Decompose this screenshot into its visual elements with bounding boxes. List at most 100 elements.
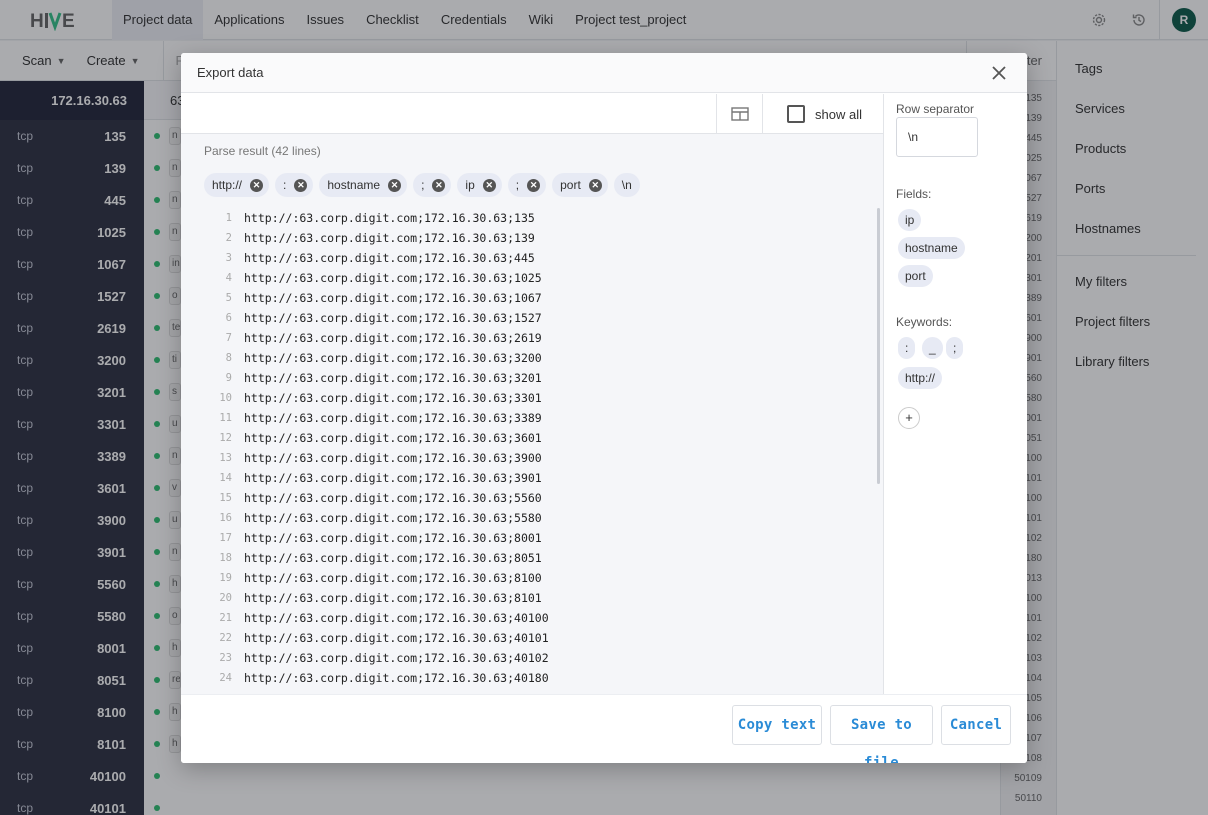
line-text: http://:63.corp.digit.com;172.16.30.63;8… bbox=[244, 591, 542, 605]
line-text: http://:63.corp.digit.com;172.16.30.63;4… bbox=[244, 671, 549, 685]
line-number: 11 bbox=[219, 412, 232, 424]
preview-line: 22 http://:63.corp.digit.com;172.16.30.63… bbox=[204, 628, 879, 648]
token-label: ; bbox=[421, 178, 425, 192]
line-text: http://:63.corp.digit.com;172.16.30.63;2… bbox=[244, 331, 542, 345]
token-label: : bbox=[283, 178, 287, 192]
line-text: http://:63.corp.digit.com;172.16.30.63;1… bbox=[244, 311, 542, 325]
line-number: 1 bbox=[225, 212, 232, 224]
format-token[interactable]: hostname ✕ bbox=[319, 173, 408, 197]
line-number: 18 bbox=[219, 552, 232, 564]
remove-token-icon[interactable]: ✕ bbox=[482, 178, 496, 192]
field-chip-ip[interactable]: ip bbox=[898, 209, 922, 231]
save-to-file-button[interactable]: Save to file bbox=[830, 705, 933, 763]
line-number: 13 bbox=[219, 452, 232, 464]
table-view-icon[interactable] bbox=[716, 94, 763, 134]
line-text: http://:63.corp.digit.com;172.16.30.63;4… bbox=[244, 631, 549, 645]
preview-line: 6 http://:63.corp.digit.com;172.16.30.63;… bbox=[204, 308, 879, 328]
token-label: http:// bbox=[212, 178, 243, 192]
line-number: 12 bbox=[219, 432, 232, 444]
add-keyword-button[interactable]: + bbox=[898, 407, 920, 429]
close-icon[interactable] bbox=[987, 61, 1011, 85]
line-text: http://:63.corp.digit.com;172.16.30.63;3… bbox=[244, 451, 542, 465]
show-all-label: show all bbox=[815, 106, 862, 122]
format-token[interactable]: ip ✕ bbox=[457, 173, 502, 197]
line-text: http://:63.corp.digit.com;172.16.30.63;8… bbox=[244, 551, 542, 565]
line-text: http://:63.corp.digit.com;172.16.30.63;3… bbox=[244, 431, 542, 445]
remove-token-icon[interactable]: ✕ bbox=[294, 178, 308, 192]
token-label: \n bbox=[621, 178, 632, 192]
token-label: hostname bbox=[327, 178, 381, 192]
preview-line: 16 http://:63.corp.digit.com;172.16.30.63… bbox=[204, 508, 879, 528]
preview-line: 17 http://:63.corp.digit.com;172.16.30.63… bbox=[204, 528, 879, 548]
token-label: port bbox=[560, 178, 581, 192]
format-token[interactable]: \n bbox=[613, 173, 640, 197]
line-text: http://:63.corp.digit.com;172.16.30.63;4… bbox=[244, 611, 549, 625]
format-token[interactable]: : ✕ bbox=[275, 173, 314, 197]
token-label: ; bbox=[515, 178, 520, 192]
line-number: 22 bbox=[219, 632, 232, 644]
line-number: 21 bbox=[219, 612, 232, 624]
format-settings-pane: Row separator \n Fields: ip hostname por… bbox=[883, 94, 1027, 694]
line-number: 10 bbox=[219, 392, 232, 404]
format-token[interactable]: ; ✕ bbox=[507, 173, 547, 197]
preview-line: 23 http://:63.corp.digit.com;172.16.30.63… bbox=[204, 648, 879, 668]
preview-line: 11 http://:63.corp.digit.com;172.16.30.63… bbox=[204, 408, 879, 428]
show-all-checkbox[interactable] bbox=[787, 105, 805, 123]
keyword-chip-http[interactable]: http:// bbox=[898, 367, 943, 389]
show-all-toggle[interactable]: show all bbox=[787, 94, 862, 134]
format-token[interactable]: http:// ✕ bbox=[204, 173, 270, 197]
line-text: http://:63.corp.digit.com;172.16.30.63;4… bbox=[244, 651, 549, 665]
line-text: http://:63.corp.digit.com;172.16.30.63;1… bbox=[244, 211, 535, 225]
line-number: 7 bbox=[225, 332, 232, 344]
preview-line: 12 http://:63.corp.digit.com;172.16.30.63… bbox=[204, 428, 879, 448]
keyword-chip-semicolon[interactable]: ; bbox=[946, 337, 964, 359]
keyword-chip-underscore[interactable]: _ bbox=[922, 337, 943, 359]
remove-token-icon[interactable]: ✕ bbox=[250, 178, 264, 192]
preview-line: 24 http://:63.corp.digit.com;172.16.30.63… bbox=[204, 668, 879, 688]
line-text: http://:63.corp.digit.com;172.16.30.63;3… bbox=[244, 351, 542, 365]
keyword-chip-colon[interactable]: : bbox=[898, 337, 916, 359]
fields-label: Fields: bbox=[896, 187, 932, 201]
row-separator-input[interactable]: \n bbox=[896, 117, 978, 157]
preview-line: 4 http://:63.corp.digit.com;172.16.30.63;… bbox=[204, 268, 879, 288]
line-number: 4 bbox=[225, 272, 232, 284]
row-separator-label: Row separator bbox=[896, 102, 975, 116]
copy-text-button[interactable]: Copy text bbox=[732, 705, 822, 745]
preview-line: 1 http://:63.corp.digit.com;172.16.30.63;… bbox=[204, 208, 879, 228]
remove-token-icon[interactable]: ✕ bbox=[588, 178, 602, 192]
line-text: http://:63.corp.digit.com;172.16.30.63;5… bbox=[244, 491, 542, 505]
line-number: 23 bbox=[219, 652, 232, 664]
line-text: http://:63.corp.digit.com;172.16.30.63;8… bbox=[244, 531, 542, 545]
line-text: http://:63.corp.digit.com;172.16.30.63;4… bbox=[244, 251, 535, 265]
field-chip-hostname[interactable]: hostname bbox=[898, 237, 965, 259]
field-chip-port[interactable]: port bbox=[898, 265, 933, 287]
line-number: 17 bbox=[219, 532, 232, 544]
line-text: http://:63.corp.digit.com;172.16.30.63;1… bbox=[244, 231, 535, 245]
preview-scrollbar[interactable] bbox=[877, 208, 880, 484]
line-text: http://:63.corp.digit.com;172.16.30.63;3… bbox=[244, 411, 542, 425]
line-number: 24 bbox=[219, 672, 232, 684]
line-number: 8 bbox=[225, 352, 232, 364]
line-number: 3 bbox=[225, 252, 232, 264]
preview-line: 21 http://:63.corp.digit.com;172.16.30.63… bbox=[204, 608, 879, 628]
line-number: 19 bbox=[219, 572, 232, 584]
line-number: 5 bbox=[225, 292, 232, 304]
modal-header: Export data bbox=[181, 53, 1027, 93]
export-preview[interactable]: 1 http://:63.corp.digit.com;172.16.30.63;… bbox=[204, 208, 879, 694]
format-token[interactable]: ; ✕ bbox=[413, 173, 452, 197]
remove-token-icon[interactable]: ✕ bbox=[527, 178, 541, 192]
preview-line: 13 http://:63.corp.digit.com;172.16.30.63… bbox=[204, 448, 879, 468]
cancel-button[interactable]: Cancel bbox=[941, 705, 1011, 745]
format-token[interactable]: port ✕ bbox=[552, 173, 608, 197]
line-text: http://:63.corp.digit.com;172.16.30.63;3… bbox=[244, 371, 542, 385]
format-tokens: http://✕: ✕ hostname ✕; ✕ ip ✕; ✕ port ✕ \n bbox=[204, 173, 640, 197]
modal-footer: Copy text Save to file Cancel bbox=[181, 694, 1027, 763]
preview-line: 8 http://:63.corp.digit.com;172.16.30.63;… bbox=[204, 348, 879, 368]
preview-line: 10 http://:63.corp.digit.com;172.16.30.63… bbox=[204, 388, 879, 408]
line-number: 6 bbox=[225, 312, 232, 324]
preview-line: 18 http://:63.corp.digit.com;172.16.30.63… bbox=[204, 548, 879, 568]
remove-token-icon[interactable]: ✕ bbox=[432, 178, 446, 192]
remove-token-icon[interactable]: ✕ bbox=[388, 178, 402, 192]
line-number: 9 bbox=[225, 372, 232, 384]
line-number: 14 bbox=[219, 472, 232, 484]
